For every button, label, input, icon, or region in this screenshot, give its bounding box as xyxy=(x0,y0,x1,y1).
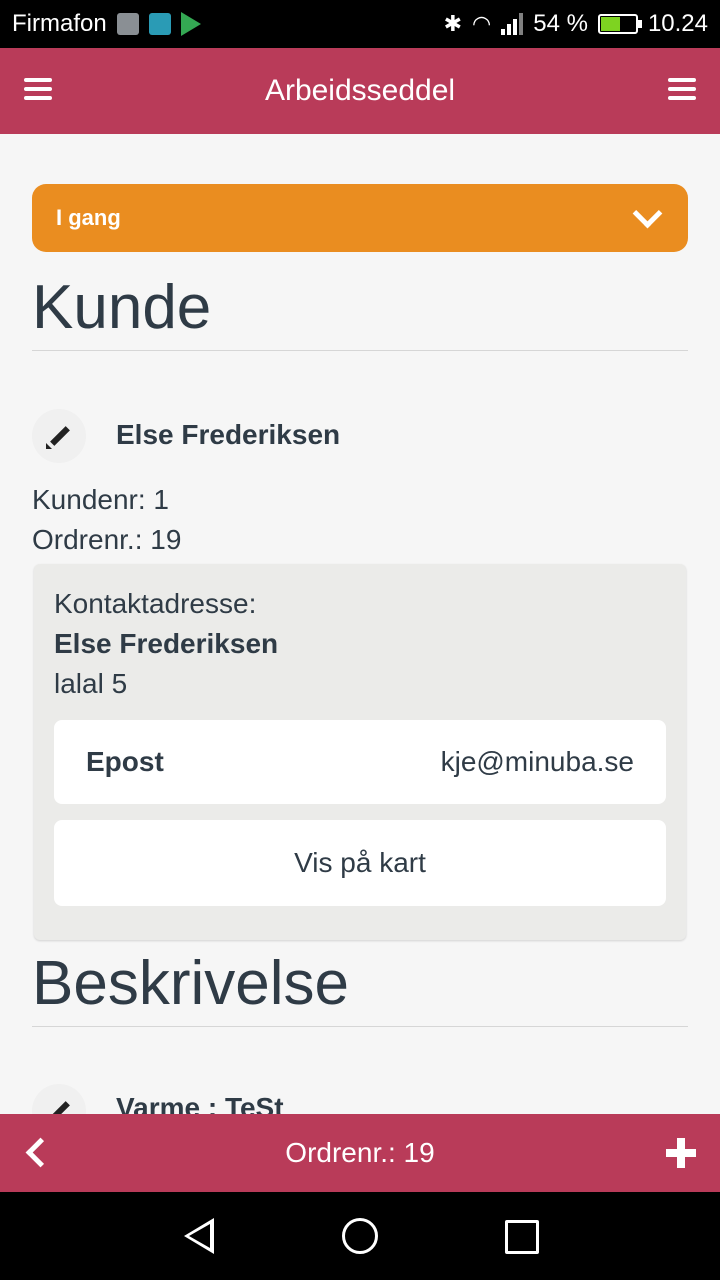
edit-description-button[interactable] xyxy=(32,1084,86,1114)
nav-home-icon[interactable] xyxy=(342,1218,378,1254)
contact-card: Kontaktadresse: Else Frederiksen lalal 5… xyxy=(34,564,686,940)
signal-icon xyxy=(501,13,524,35)
gallery-icon xyxy=(116,13,139,35)
main-content[interactable]: I gang Kunde Else Frederiksen Kundenr: 1… xyxy=(0,134,720,1114)
play-store-icon xyxy=(180,12,201,36)
status-bar: Firmafon ✱ ◠ 54 % 10.24 xyxy=(0,0,720,48)
nav-back-icon[interactable] xyxy=(184,1218,214,1254)
options-menu-icon[interactable] xyxy=(668,78,696,100)
nav-recents-icon[interactable] xyxy=(505,1220,539,1254)
battery-percent: 54 % xyxy=(533,10,588,37)
bluetooth-icon: ✱ xyxy=(443,11,463,36)
status-dropdown[interactable]: I gang xyxy=(32,184,688,252)
email-label: Epost xyxy=(86,746,164,777)
pencil-icon xyxy=(46,423,72,449)
divider xyxy=(32,1026,688,1027)
plus-icon[interactable] xyxy=(666,1138,696,1168)
wifi-icon: ◠ xyxy=(472,11,492,36)
system-nav-bar xyxy=(0,1192,720,1280)
section-title-kunde: Kunde xyxy=(32,273,212,342)
description-item[interactable]: Varme : TeSt xyxy=(116,1092,284,1114)
chevron-down-icon xyxy=(632,198,663,228)
bottom-order-number: Ordrenr.: 19 xyxy=(285,1137,435,1168)
section-title-beskrivelse: Beskrivelse xyxy=(32,949,349,1018)
order-number: Ordrenr.: 19 xyxy=(32,524,182,555)
shield-icon xyxy=(148,13,171,35)
status-value: I gang xyxy=(56,205,121,230)
divider xyxy=(32,350,688,351)
battery-icon xyxy=(597,14,642,34)
page-title: Arbeidsseddel xyxy=(264,74,456,107)
pencil-icon xyxy=(46,1098,72,1114)
clock: 10.24 xyxy=(647,10,708,37)
email-value[interactable]: kje@minuba.se xyxy=(441,746,666,778)
carrier-name: Firmafon xyxy=(12,10,107,37)
chevron-left-icon[interactable] xyxy=(25,1137,56,1168)
contact-name: Else Frederiksen xyxy=(54,628,279,659)
contact-label: Kontaktadresse: xyxy=(54,588,257,619)
show-on-map-button[interactable]: Vis på kart xyxy=(54,820,666,906)
menu-icon[interactable] xyxy=(24,78,52,100)
customer-number: Kundenr: 1 xyxy=(32,484,169,515)
app-bar: Arbeidsseddel xyxy=(0,48,720,134)
email-row[interactable]: Epost kje@minuba.se xyxy=(54,720,666,804)
contact-address: lalal 5 xyxy=(54,668,128,699)
show-on-map-label: Vis på kart xyxy=(294,847,426,878)
bottom-bar: Ordrenr.: 19 xyxy=(0,1114,720,1192)
edit-customer-button[interactable] xyxy=(32,409,86,463)
customer-name: Else Frederiksen xyxy=(116,419,341,450)
